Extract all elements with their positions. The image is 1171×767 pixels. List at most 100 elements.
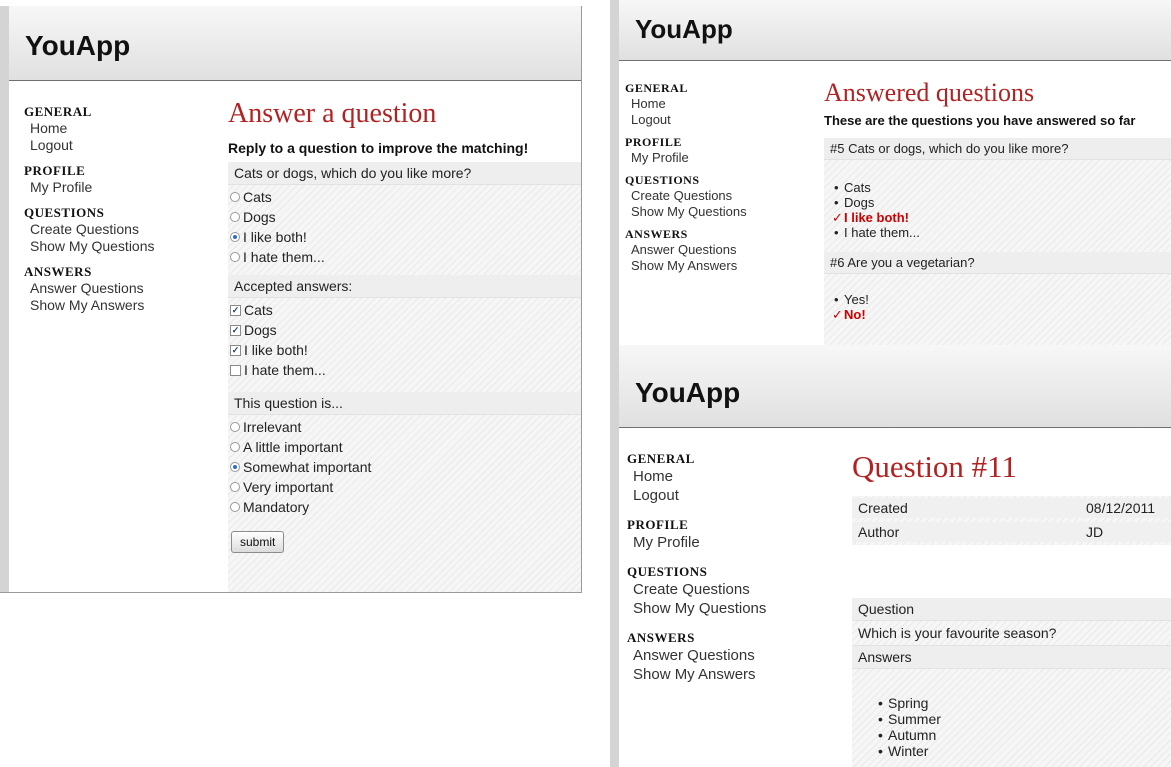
answered-questions-window: YouApp General Home Logout Profile My Pr… xyxy=(610,0,1171,345)
author-label: Author xyxy=(858,524,900,540)
created-label: Created xyxy=(858,500,908,516)
question-meta-table: Created 08/12/2011 Author JD xyxy=(852,496,1171,545)
question-text: Which is your favourite season? xyxy=(852,621,1171,646)
nav-title-answers: Answers xyxy=(625,227,688,241)
nav-title-profile: Profile xyxy=(627,517,689,532)
radio-icon[interactable] xyxy=(230,502,240,512)
radio-icon[interactable] xyxy=(230,442,240,452)
sidebar-item-logout[interactable]: Logout xyxy=(24,137,155,154)
submit-button[interactable]: submit xyxy=(231,531,285,553)
list-item: Yes! xyxy=(834,292,1171,307)
sidebar-nav: General Home Logout Profile My Profile Q… xyxy=(625,81,747,281)
list-item: Dogs xyxy=(834,195,1171,210)
checkbox-icon[interactable] xyxy=(230,364,241,376)
sidebar-item-my-profile[interactable]: My Profile xyxy=(24,179,155,196)
answer-option-hate[interactable]: I hate them... xyxy=(230,247,581,267)
answer-option-dogs[interactable]: Dogs xyxy=(230,207,581,227)
sidebar-item-create-questions[interactable]: Create Questions xyxy=(24,221,155,238)
sidebar-item-logout[interactable]: Logout xyxy=(625,112,747,128)
question-text: Cats or dogs, which do you like more? xyxy=(228,162,581,185)
checkbox-checked-icon[interactable]: ✓ xyxy=(230,304,241,316)
sidebar-item-home[interactable]: Home xyxy=(24,120,155,137)
page-subtitle: Reply to a question to improve the match… xyxy=(228,140,529,156)
sidebar-item-my-profile[interactable]: My Profile xyxy=(625,150,747,166)
answer-option-cats[interactable]: Cats xyxy=(230,187,581,207)
app-header: YouApp xyxy=(619,345,1171,428)
sidebar-item-show-my-answers[interactable]: Show My Answers xyxy=(625,258,747,274)
page-subtitle: These are the questions you have answere… xyxy=(824,113,1136,128)
answered-list: #5 Cats or dogs, which do you like more?… xyxy=(824,138,1171,345)
importance-options: Irrelevant A little important Somewhat i… xyxy=(228,415,581,517)
answered-question-answers: Yes! No! xyxy=(832,292,1171,322)
sidebar-nav: General Home Logout Profile My Profile Q… xyxy=(627,451,766,696)
table-row: Created 08/12/2011 xyxy=(852,498,1171,518)
nav-title-questions: Questions xyxy=(24,205,105,220)
radio-icon[interactable] xyxy=(230,252,240,262)
question-label: Question xyxy=(852,598,1171,621)
sidebar-item-show-my-answers[interactable]: Show My Answers xyxy=(627,665,766,684)
radio-icon[interactable] xyxy=(230,422,240,432)
accepted-dogs[interactable]: ✓ Dogs xyxy=(230,320,581,340)
page-title: Question #11 xyxy=(852,449,1018,484)
accepted-hate[interactable]: I hate them... xyxy=(230,360,581,380)
accepted-answers-label: Accepted answers: xyxy=(228,275,581,298)
importance-irrelevant[interactable]: Irrelevant xyxy=(230,417,581,437)
importance-little[interactable]: A little important xyxy=(230,437,581,457)
sidebar-item-answer-questions[interactable]: Answer Questions xyxy=(627,646,766,665)
radio-selected-icon[interactable] xyxy=(230,462,240,472)
app-header: YouApp xyxy=(9,6,581,81)
list-item: Spring xyxy=(878,695,1171,711)
accepted-both[interactable]: ✓ I like both! xyxy=(230,340,581,360)
sidebar-item-show-my-questions[interactable]: Show My Questions xyxy=(627,599,766,618)
importance-mandatory[interactable]: Mandatory xyxy=(230,497,581,517)
sidebar-item-show-my-questions[interactable]: Show My Questions xyxy=(24,238,155,255)
nav-title-general: General xyxy=(24,104,92,119)
answer-options: Cats Dogs I like both! I hate them... xyxy=(228,185,581,267)
window-edge xyxy=(610,345,619,767)
sidebar-item-home[interactable]: Home xyxy=(627,467,766,486)
radio-icon[interactable] xyxy=(230,192,240,202)
sidebar-nav: General Home Logout Profile My Profile Q… xyxy=(24,104,155,323)
sidebar-item-home[interactable]: Home xyxy=(625,96,747,112)
answer-option-both[interactable]: I like both! xyxy=(230,227,581,247)
question-detail-window: YouApp General Home Logout Profile My Pr… xyxy=(610,345,1171,767)
answered-question-heading: #5 Cats or dogs, which do you like more? xyxy=(824,138,1171,160)
sidebar-item-create-questions[interactable]: Create Questions xyxy=(627,580,766,599)
accepted-answers: ✓ Cats ✓ Dogs ✓ I like both! I hate them... xyxy=(228,298,581,380)
sidebar-item-create-questions[interactable]: Create Questions xyxy=(625,188,747,204)
author-value: JD xyxy=(1086,524,1104,540)
nav-title-profile: Profile xyxy=(24,163,86,178)
list-item-my-answer: I like both! xyxy=(832,210,1171,225)
nav-title-profile: Profile xyxy=(625,135,682,149)
sidebar-item-my-profile[interactable]: My Profile xyxy=(627,533,766,552)
checkbox-checked-icon[interactable]: ✓ xyxy=(230,324,241,336)
checkbox-checked-icon[interactable]: ✓ xyxy=(230,344,241,356)
question-content: Question Which is your favourite season?… xyxy=(852,598,1171,767)
nav-title-answers: Answers xyxy=(627,630,695,645)
table-row: Author JD xyxy=(852,522,1171,542)
sidebar-item-logout[interactable]: Logout xyxy=(627,486,766,505)
list-item: Autumn xyxy=(878,727,1171,743)
answered-question-answers: Cats Dogs I like both! I hate them... xyxy=(832,180,1171,240)
list-item: Winter xyxy=(878,743,1171,759)
nav-title-questions: Questions xyxy=(625,173,700,187)
nav-title-general: General xyxy=(627,451,695,466)
nav-title-answers: Answers xyxy=(24,264,92,279)
list-item: Summer xyxy=(878,711,1171,727)
importance-very[interactable]: Very important xyxy=(230,477,581,497)
app-header: YouApp xyxy=(619,0,1171,61)
answer-question-window: YouApp General Home Logout Profile My Pr… xyxy=(0,6,582,593)
sidebar-item-answer-questions[interactable]: Answer Questions xyxy=(625,242,747,258)
accepted-cats[interactable]: ✓ Cats xyxy=(230,300,581,320)
importance-label: This question is... xyxy=(228,392,581,415)
sidebar-item-answer-questions[interactable]: Answer Questions xyxy=(24,280,155,297)
radio-selected-icon[interactable] xyxy=(230,232,240,242)
radio-icon[interactable] xyxy=(230,482,240,492)
importance-somewhat[interactable]: Somewhat important xyxy=(230,457,581,477)
radio-icon[interactable] xyxy=(230,212,240,222)
answers-label: Answers xyxy=(852,646,1171,669)
list-item: Cats xyxy=(834,180,1171,195)
sidebar-item-show-my-answers[interactable]: Show My Answers xyxy=(24,297,155,314)
sidebar-item-show-my-questions[interactable]: Show My Questions xyxy=(625,204,747,220)
nav-title-questions: Questions xyxy=(627,564,708,579)
